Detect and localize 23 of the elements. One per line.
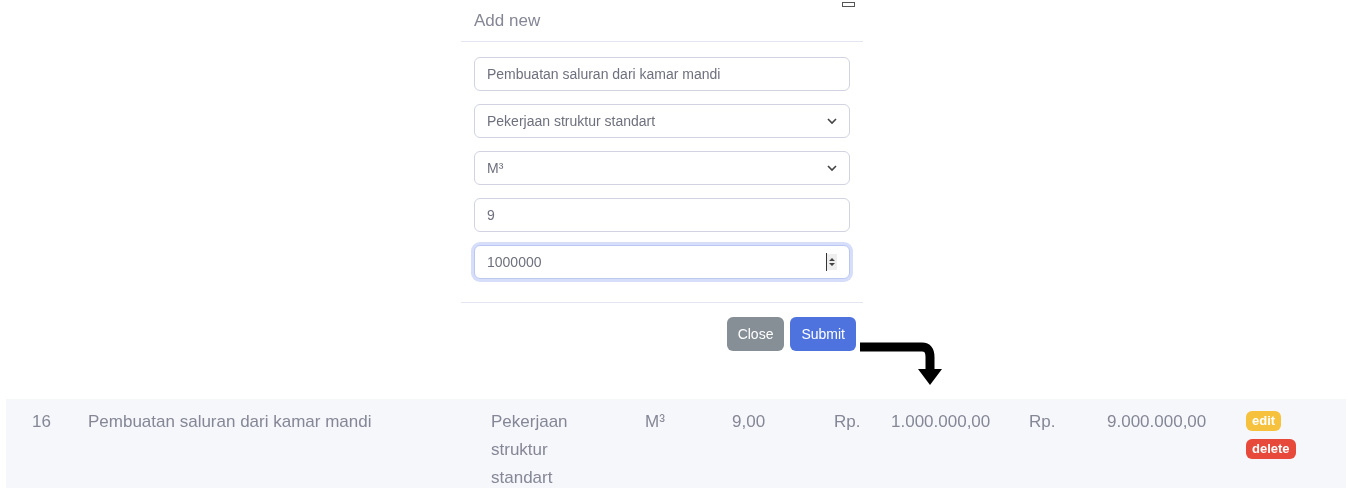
input-field[interactable]: Pembuatan saluran dari kamar mandi [474,57,850,91]
delete-button[interactable]: delete [1246,439,1296,459]
table-cell: 9.000.000,00 [1107,412,1207,431]
table-cell-text: Pekerjaan struktur standart [491,411,569,488]
table-cell: Rp. [1029,412,1056,431]
input-field[interactable]: 1000000 [474,245,850,279]
text-cursor [826,253,827,271]
chevron-down-icon [827,164,837,172]
table-cell: 16 [32,412,51,431]
input-field[interactable]: 9 [474,198,850,232]
minimize-icon[interactable] [842,2,855,7]
select-field[interactable]: M³ [474,151,850,185]
spinner-icon[interactable] [827,254,837,270]
table-cell: 1.000.000,00 [891,412,991,431]
submit-button[interactable]: Submit [790,317,856,351]
modal-title: Add new [474,9,541,32]
chevron-down-icon [827,117,837,125]
table-cell: Rp. [834,412,861,431]
table-cell: 9,00 [732,412,766,431]
select-field[interactable]: Pekerjaan struktur standart [474,104,850,138]
table-cell: Pembuatan saluran dari kamar mandi [88,412,372,431]
close-button[interactable]: Close [726,317,785,351]
table-cell: M³ [645,412,665,431]
